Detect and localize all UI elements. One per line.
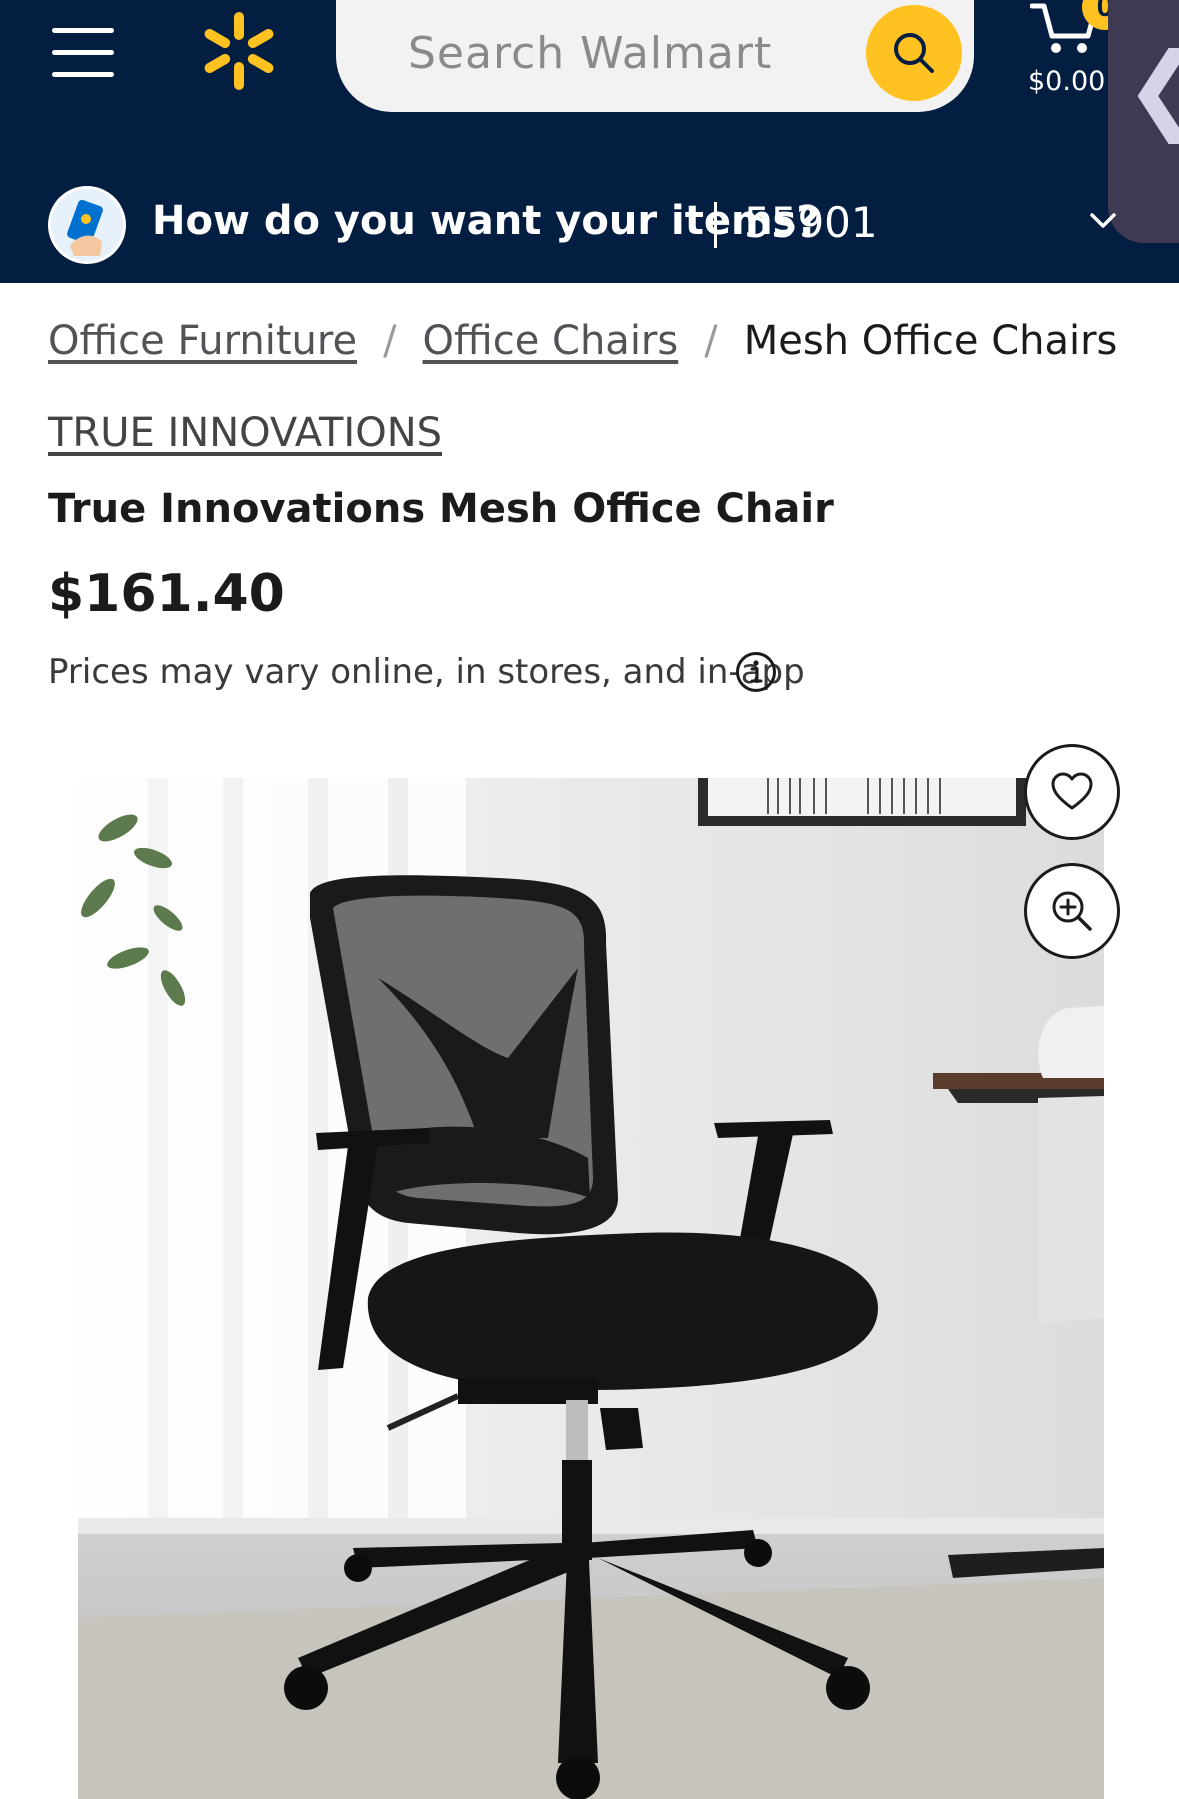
info-icon[interactable]: [734, 650, 778, 699]
zoom-button[interactable]: [1024, 863, 1120, 959]
menu-button[interactable]: [50, 28, 116, 78]
product-price: $161.40: [48, 564, 285, 624]
side-panel-handle[interactable]: ❮: [1108, 0, 1179, 243]
zoom-in-icon: [1052, 891, 1092, 931]
product-image[interactable]: [78, 778, 1104, 1799]
search-input[interactable]: Search Walmart: [408, 28, 772, 79]
search-button[interactable]: [866, 5, 962, 101]
divider: [714, 202, 717, 248]
breadcrumb: Office Furniture / Office Chairs / Mesh Offi…: [48, 318, 1117, 364]
price-disclaimer: Prices may vary online, in stores, and i…: [48, 652, 805, 692]
walmart-spark-logo[interactable]: [198, 10, 280, 92]
breadcrumb-separator: /: [704, 318, 718, 364]
menu-icon-bar: [52, 28, 114, 33]
top-header: Search Walmart 0 $0.00 ❮ How do you want…: [0, 0, 1179, 283]
breadcrumb-office-furniture[interactable]: Office Furniture: [48, 318, 357, 364]
delivery-phone-icon: [48, 186, 126, 264]
favorite-button[interactable]: [1024, 744, 1120, 840]
search-icon: [894, 33, 934, 73]
chevron-down-icon[interactable]: [1088, 210, 1118, 237]
product-title: True Innovations Mesh Office Chair: [48, 486, 834, 532]
breadcrumb-office-chairs[interactable]: Office Chairs: [423, 318, 679, 364]
delivery-prompt[interactable]: How do you want your items?: [152, 198, 820, 244]
heart-icon: [1051, 772, 1093, 810]
zip-code[interactable]: 55901: [744, 198, 878, 247]
chevron-left-icon: ❮: [1124, 40, 1179, 136]
breadcrumb-current: Mesh Office Chairs: [743, 318, 1118, 364]
search-bar[interactable]: Search Walmart: [336, 0, 974, 112]
breadcrumb-separator: /: [383, 318, 397, 364]
menu-icon-bar: [52, 72, 114, 77]
menu-icon-bar: [52, 50, 114, 55]
cart-total: $0.00: [1028, 66, 1106, 97]
brand-link[interactable]: TRUE INNOVATIONS: [48, 410, 442, 456]
cart-button[interactable]: 0 $0.00: [1020, 0, 1128, 100]
